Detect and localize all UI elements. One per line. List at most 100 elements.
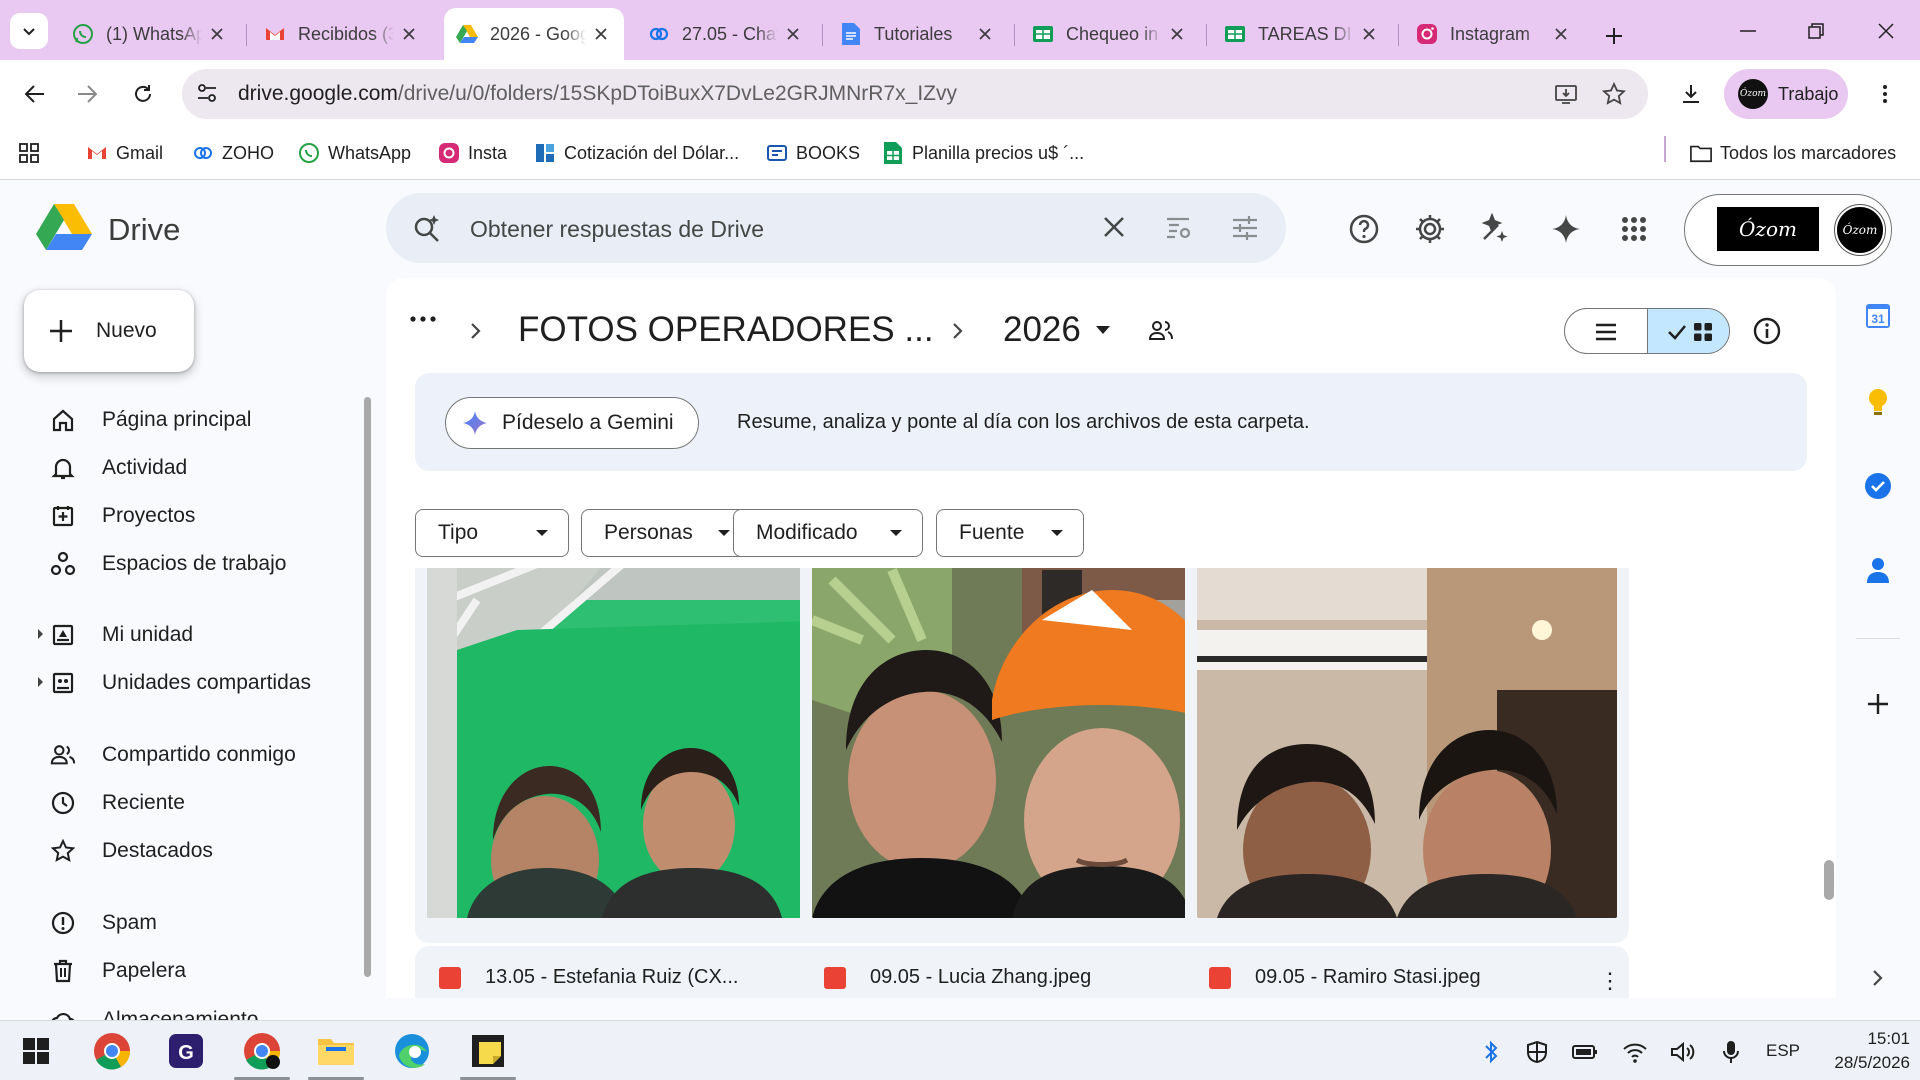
bookmark-planilla[interactable]: Planilla precios u$ ´... <box>882 140 1084 166</box>
tab-drive[interactable]: 2026 - Google Drive <box>444 8 624 60</box>
security-shield-icon[interactable] <box>1524 1039 1550 1065</box>
tab-whatsapp[interactable]: (1) WhatsApp <box>60 8 240 60</box>
back-button[interactable] <box>16 75 54 113</box>
filter-chip-source[interactable]: Fuente <box>936 509 1084 557</box>
nav-item-my-drive[interactable]: Mi unidad <box>28 613 358 657</box>
restore-button[interactable] <box>1790 14 1842 48</box>
file-card[interactable] <box>415 568 859 943</box>
browser-menu-button[interactable] <box>1866 75 1904 113</box>
file-card[interactable]: 13.05 - Estefania Ruiz (CX... ⋮ <box>415 946 859 998</box>
nav-item-recent[interactable]: Reciente <box>28 781 358 825</box>
nav-item-home[interactable]: Página principal <box>28 398 358 442</box>
close-icon[interactable] <box>782 23 804 45</box>
gemini-button[interactable] <box>1548 211 1584 247</box>
taskbar-file-explorer[interactable] <box>314 1029 358 1073</box>
file-card[interactable]: 09.05 - Lucia Zhang.jpeg ⋮ <box>800 946 1244 998</box>
url-text[interactable]: drive.google.com/drive/u/0/folders/15SKp… <box>238 82 957 106</box>
tab-search-button[interactable] <box>10 13 48 49</box>
taskbar-sticky-notes[interactable] <box>466 1029 510 1073</box>
sidebar-scrollbar[interactable] <box>364 397 371 977</box>
filter-chip-modified[interactable]: Modificado <box>733 509 923 557</box>
apps-button[interactable] <box>18 140 40 166</box>
breadcrumb-more-button[interactable] <box>410 316 436 322</box>
nav-item-trash[interactable]: Papelera <box>28 949 358 993</box>
search-input[interactable]: Obtener respuestas de Drive <box>470 216 764 243</box>
nav-item-spam[interactable]: Spam <box>28 901 358 945</box>
settings-button[interactable] <box>1412 211 1448 247</box>
close-icon[interactable] <box>974 23 996 45</box>
tasks-app-button[interactable] <box>1862 470 1894 502</box>
google-apps-button[interactable] <box>1616 211 1652 247</box>
get-addons-button[interactable] <box>1862 688 1894 720</box>
volume-icon[interactable] <box>1670 1039 1696 1065</box>
expand-caret-icon[interactable] <box>38 677 43 687</box>
shared-folder-icon[interactable] <box>1148 320 1174 340</box>
nav-item-starred[interactable]: Destacados <box>28 829 358 873</box>
tab-gmail[interactable]: Recibidos (3) <box>252 8 432 60</box>
filter-options-icon[interactable] <box>1230 213 1260 243</box>
new-button[interactable]: Nuevo <box>24 290 194 372</box>
tab-tutoriales[interactable]: Tutoriales <box>828 8 1008 60</box>
bookmark-dolar[interactable]: Cotización del Dólar... <box>534 140 739 166</box>
start-button[interactable] <box>14 1029 58 1073</box>
nav-item-projects[interactable]: Proyectos <box>28 494 358 538</box>
all-bookmarks-button[interactable]: Todos los marcadores <box>1690 140 1896 166</box>
breadcrumb-current[interactable]: 2026 <box>1003 310 1081 350</box>
drive-logo[interactable] <box>36 202 92 252</box>
details-button[interactable] <box>1752 316 1782 346</box>
help-button[interactable] <box>1346 211 1382 247</box>
contacts-app-button[interactable] <box>1862 554 1894 586</box>
list-view-button[interactable] <box>1565 309 1647 353</box>
photo-thumbnail[interactable] <box>1197 568 1617 918</box>
microphone-icon[interactable] <box>1718 1039 1744 1065</box>
system-clock[interactable]: 15:01 28/5/2026 <box>1810 1027 1910 1075</box>
nav-item-shared-with-me[interactable]: Compartido conmigo <box>28 733 358 777</box>
tab-chequeo[interactable]: Chequeo in <box>1020 8 1200 60</box>
nav-item-activity[interactable]: Actividad <box>28 446 358 490</box>
bookmark-books[interactable]: BOOKS <box>766 140 860 166</box>
forward-button[interactable] <box>68 75 106 113</box>
expand-caret-icon[interactable] <box>38 629 43 639</box>
account-switcher[interactable]: Ózom Ózom <box>1684 194 1892 266</box>
wifi-icon[interactable] <box>1622 1039 1648 1065</box>
close-icon[interactable] <box>398 23 420 45</box>
close-icon[interactable] <box>1550 23 1572 45</box>
new-tab-button[interactable] <box>1596 18 1632 54</box>
close-window-button[interactable] <box>1860 14 1912 48</box>
taskbar-chrome[interactable] <box>90 1029 134 1073</box>
keep-app-button[interactable] <box>1862 386 1894 418</box>
search-settings-icon[interactable] <box>1164 213 1194 243</box>
filter-chip-type[interactable]: Tipo <box>415 509 569 557</box>
file-card[interactable] <box>800 568 1244 943</box>
clear-search-icon[interactable] <box>1100 213 1128 241</box>
bluetooth-icon[interactable] <box>1478 1039 1504 1065</box>
nav-item-shared-drives[interactable]: Unidades compartidas <box>28 661 358 705</box>
bookmark-whatsapp[interactable]: WhatsApp <box>298 140 411 166</box>
calendar-app-button[interactable]: 31 <box>1862 300 1894 332</box>
ask-gemini-button[interactable]: Pídeselo a Gemini <box>445 397 699 449</box>
avatar[interactable]: Ózom <box>1834 204 1886 256</box>
grid-view-button[interactable] <box>1647 309 1729 353</box>
content-scrollbar[interactable] <box>1824 860 1834 900</box>
tab-tareas[interactable]: TAREAS DI <box>1212 8 1392 60</box>
downloads-button[interactable] <box>1672 75 1710 113</box>
file-card[interactable]: 09.05 - Ramiro Stasi.jpeg ⋮ <box>1185 946 1629 998</box>
taskbar-app-purple[interactable]: G <box>164 1029 208 1073</box>
close-icon[interactable] <box>590 23 612 45</box>
nav-item-storage[interactable]: Almacenamiento <box>28 998 358 1020</box>
close-icon[interactable] <box>206 23 228 45</box>
reload-button[interactable] <box>124 75 162 113</box>
taskbar-chrome-profile[interactable] <box>240 1029 284 1073</box>
battery-icon[interactable] <box>1572 1039 1598 1065</box>
bookmark-insta[interactable]: Insta <box>438 140 507 166</box>
bookmark-zoho[interactable]: ZOHO <box>192 140 274 166</box>
tab-instagram[interactable]: Instagram <box>1404 8 1584 60</box>
more-vert-icon[interactable]: ⋮ <box>1599 968 1621 994</box>
minimize-button[interactable] <box>1722 14 1774 48</box>
tab-chat[interactable]: 27.05 - Chat <box>636 8 816 60</box>
site-info-icon[interactable] <box>196 82 218 104</box>
install-app-icon[interactable] <box>1554 82 1578 106</box>
filter-chip-people[interactable]: Personas <box>581 509 751 557</box>
taskbar-edge[interactable] <box>390 1029 434 1073</box>
photo-thumbnail[interactable] <box>812 568 1232 918</box>
